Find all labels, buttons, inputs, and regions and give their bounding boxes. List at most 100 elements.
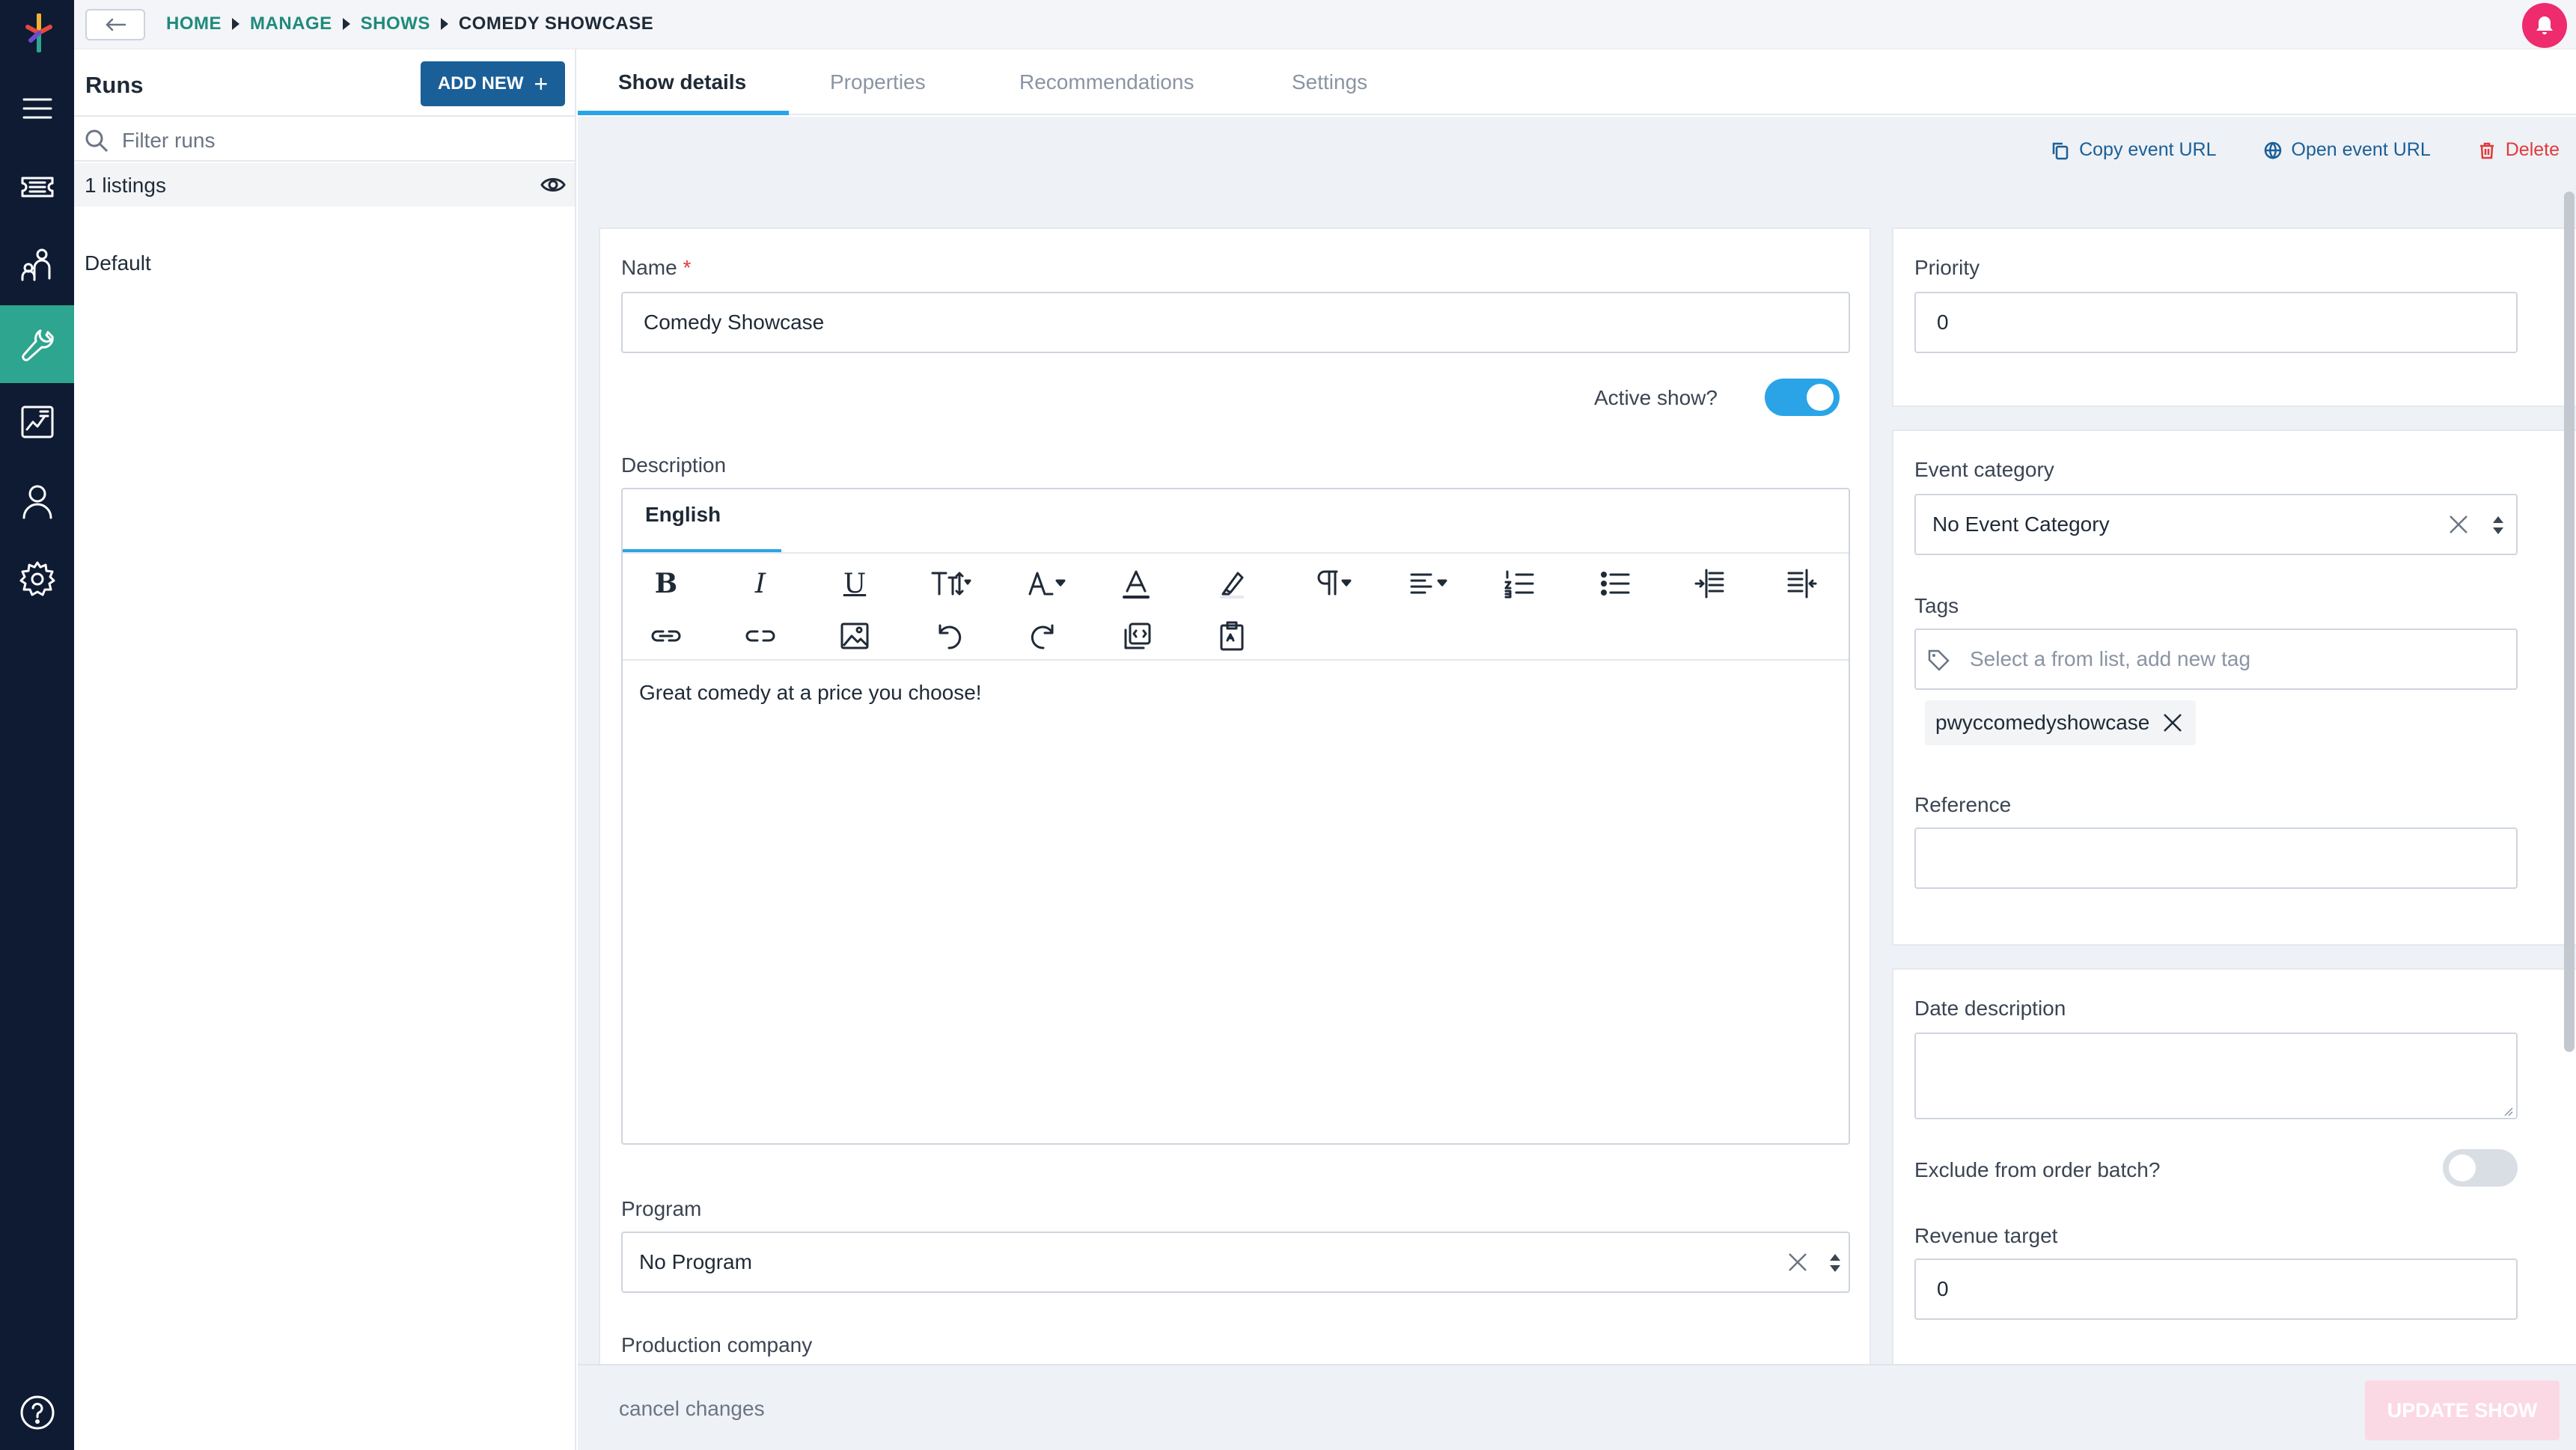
source-code-icon[interactable]	[1115, 614, 1160, 658]
tag-chip-label: pwyccomedyshowcase	[1935, 711, 2150, 734]
active-show-label: Active show?	[1594, 386, 1718, 409]
trash-icon	[2479, 142, 2494, 159]
font-family-icon[interactable]	[1018, 561, 1078, 606]
name-input[interactable]: Comedy Showcase	[621, 292, 1850, 353]
priority-input[interactable]: 0	[1914, 292, 2518, 353]
editor-language-tab-english[interactable]: English	[645, 503, 721, 527]
update-show-button[interactable]: UPDATE SHOW	[2365, 1380, 2560, 1440]
eye-icon[interactable]	[540, 174, 566, 196]
delete-button[interactable]: Delete	[2477, 139, 2560, 161]
redo-icon[interactable]	[1021, 614, 1066, 658]
breadcrumb-separator-icon	[232, 18, 239, 30]
add-new-button[interactable]: ADD NEW +	[421, 61, 565, 106]
date-description-label: Date description	[1914, 997, 2066, 1020]
outdent-icon[interactable]	[1780, 561, 1825, 606]
people-icon[interactable]	[0, 226, 74, 304]
main-content: Copy event URL Open event URL Delete Nam…	[578, 117, 2576, 1364]
bell-icon	[2536, 16, 2553, 34]
event-category-label: Event category	[1914, 458, 2054, 481]
breadcrumb-current: COMEDY SHOWCASE	[458, 13, 654, 34]
exclude-batch-label: Exclude from order batch?	[1914, 1158, 2161, 1181]
tags-label: Tags	[1914, 594, 1959, 617]
back-button[interactable]	[85, 9, 145, 40]
reference-input[interactable]	[1914, 828, 2518, 889]
tab-recommendations[interactable]: Recommendations	[1019, 70, 1194, 94]
wrench-icon[interactable]	[0, 305, 74, 383]
runs-panel: Runs ADD NEW + Filter runs 1 listings De…	[74, 49, 576, 1450]
italic-icon[interactable]: I	[738, 561, 783, 606]
arrow-left-icon	[106, 18, 126, 31]
indent-icon[interactable]	[1687, 561, 1732, 606]
additional-card: Date description Exclude from order batc…	[1892, 968, 2576, 1364]
listings-row[interactable]: 1 listings	[74, 163, 575, 207]
remove-tag-icon[interactable]	[2160, 710, 2185, 735]
link-icon[interactable]	[644, 614, 689, 658]
breadcrumb: HOME MANAGE SHOWS COMEDY SHOWCASE	[166, 13, 653, 34]
name-input-value: Comedy Showcase	[644, 311, 825, 334]
tags-input[interactable]: Select a from list, add new tag	[1914, 628, 2518, 690]
ticket-icon[interactable]	[0, 148, 74, 226]
description-text[interactable]: Great comedy at a price you choose!	[639, 681, 982, 705]
resize-handle-icon[interactable]	[2503, 1106, 2513, 1116]
help-icon[interactable]	[0, 1374, 74, 1450]
font-size-icon[interactable]	[922, 561, 982, 606]
main-scrollbar[interactable]	[2564, 192, 2575, 1052]
add-new-label: ADD NEW	[437, 73, 524, 94]
paragraph-icon[interactable]	[1305, 561, 1365, 606]
align-icon[interactable]	[1401, 561, 1461, 606]
bullet-list-icon[interactable]	[1593, 561, 1638, 606]
tab-settings[interactable]: Settings	[1292, 70, 1367, 94]
listings-count: 1 listings	[85, 174, 166, 197]
date-description-textarea[interactable]	[1914, 1033, 2518, 1119]
priority-input-value: 0	[1937, 311, 1949, 334]
app-logo-icon[interactable]	[19, 13, 54, 53]
unlink-icon[interactable]	[738, 614, 783, 658]
program-select-value: No Program	[639, 1250, 752, 1273]
reference-label: Reference	[1914, 793, 2012, 816]
user-icon[interactable]	[0, 462, 74, 540]
categorization-card: Event category No Event Category Tags Se…	[1892, 429, 2576, 946]
priority-label: Priority	[1914, 256, 1980, 279]
filter-runs-input[interactable]: Filter runs	[74, 115, 575, 162]
open-event-url-button[interactable]: Open event URL	[2263, 139, 2431, 161]
paste-icon[interactable]	[1209, 614, 1254, 658]
gear-icon[interactable]	[0, 540, 74, 618]
underline-icon[interactable]: U	[832, 561, 877, 606]
image-icon[interactable]	[832, 614, 877, 658]
notifications-button[interactable]	[2522, 3, 2567, 48]
revenue-target-input[interactable]: 0	[1914, 1258, 2518, 1320]
description-editor: English B I U Great comedy at a price yo…	[621, 488, 1850, 1145]
program-label: Program	[621, 1197, 702, 1220]
tag-chip: pwyccomedyshowcase	[1925, 700, 2197, 745]
text-color-icon[interactable]	[1114, 561, 1159, 606]
undo-icon[interactable]	[927, 614, 971, 658]
breadcrumb-manage[interactable]: MANAGE	[250, 13, 332, 34]
tab-show-details[interactable]: Show details	[618, 70, 746, 94]
menu-icon[interactable]	[0, 70, 74, 147]
bold-icon[interactable]: B	[644, 561, 689, 606]
reports-icon[interactable]	[0, 383, 74, 461]
globe-icon	[2264, 141, 2281, 159]
copy-event-url-button[interactable]: Copy event URL	[2051, 139, 2217, 161]
active-tab-indicator	[578, 111, 789, 115]
cancel-changes-link[interactable]: cancel changes	[619, 1397, 765, 1421]
production-company-label: Production company	[621, 1333, 813, 1356]
event-category-clear-icon[interactable]	[2447, 513, 2470, 536]
breadcrumb-separator-icon	[342, 18, 350, 30]
program-clear-icon[interactable]	[1786, 1251, 1809, 1273]
program-select[interactable]: No Program	[621, 1232, 1850, 1293]
copy-icon	[2052, 142, 2069, 159]
tab-properties[interactable]: Properties	[830, 70, 926, 94]
event-category-select[interactable]: No Event Category	[1914, 494, 2518, 555]
required-marker: *	[683, 256, 692, 279]
breadcrumb-shows[interactable]: SHOWS	[361, 13, 430, 34]
breadcrumb-home[interactable]: HOME	[166, 13, 222, 34]
exclude-batch-toggle[interactable]	[2443, 1149, 2518, 1187]
description-label: Description	[621, 453, 727, 477]
ordered-list-icon[interactable]	[1497, 561, 1542, 606]
highlight-icon[interactable]	[1209, 561, 1254, 606]
active-show-toggle[interactable]	[1765, 379, 1840, 416]
run-item-default[interactable]: Default	[85, 251, 151, 275]
runs-title: Runs	[85, 72, 144, 98]
revenue-target-value: 0	[1937, 1277, 1949, 1300]
